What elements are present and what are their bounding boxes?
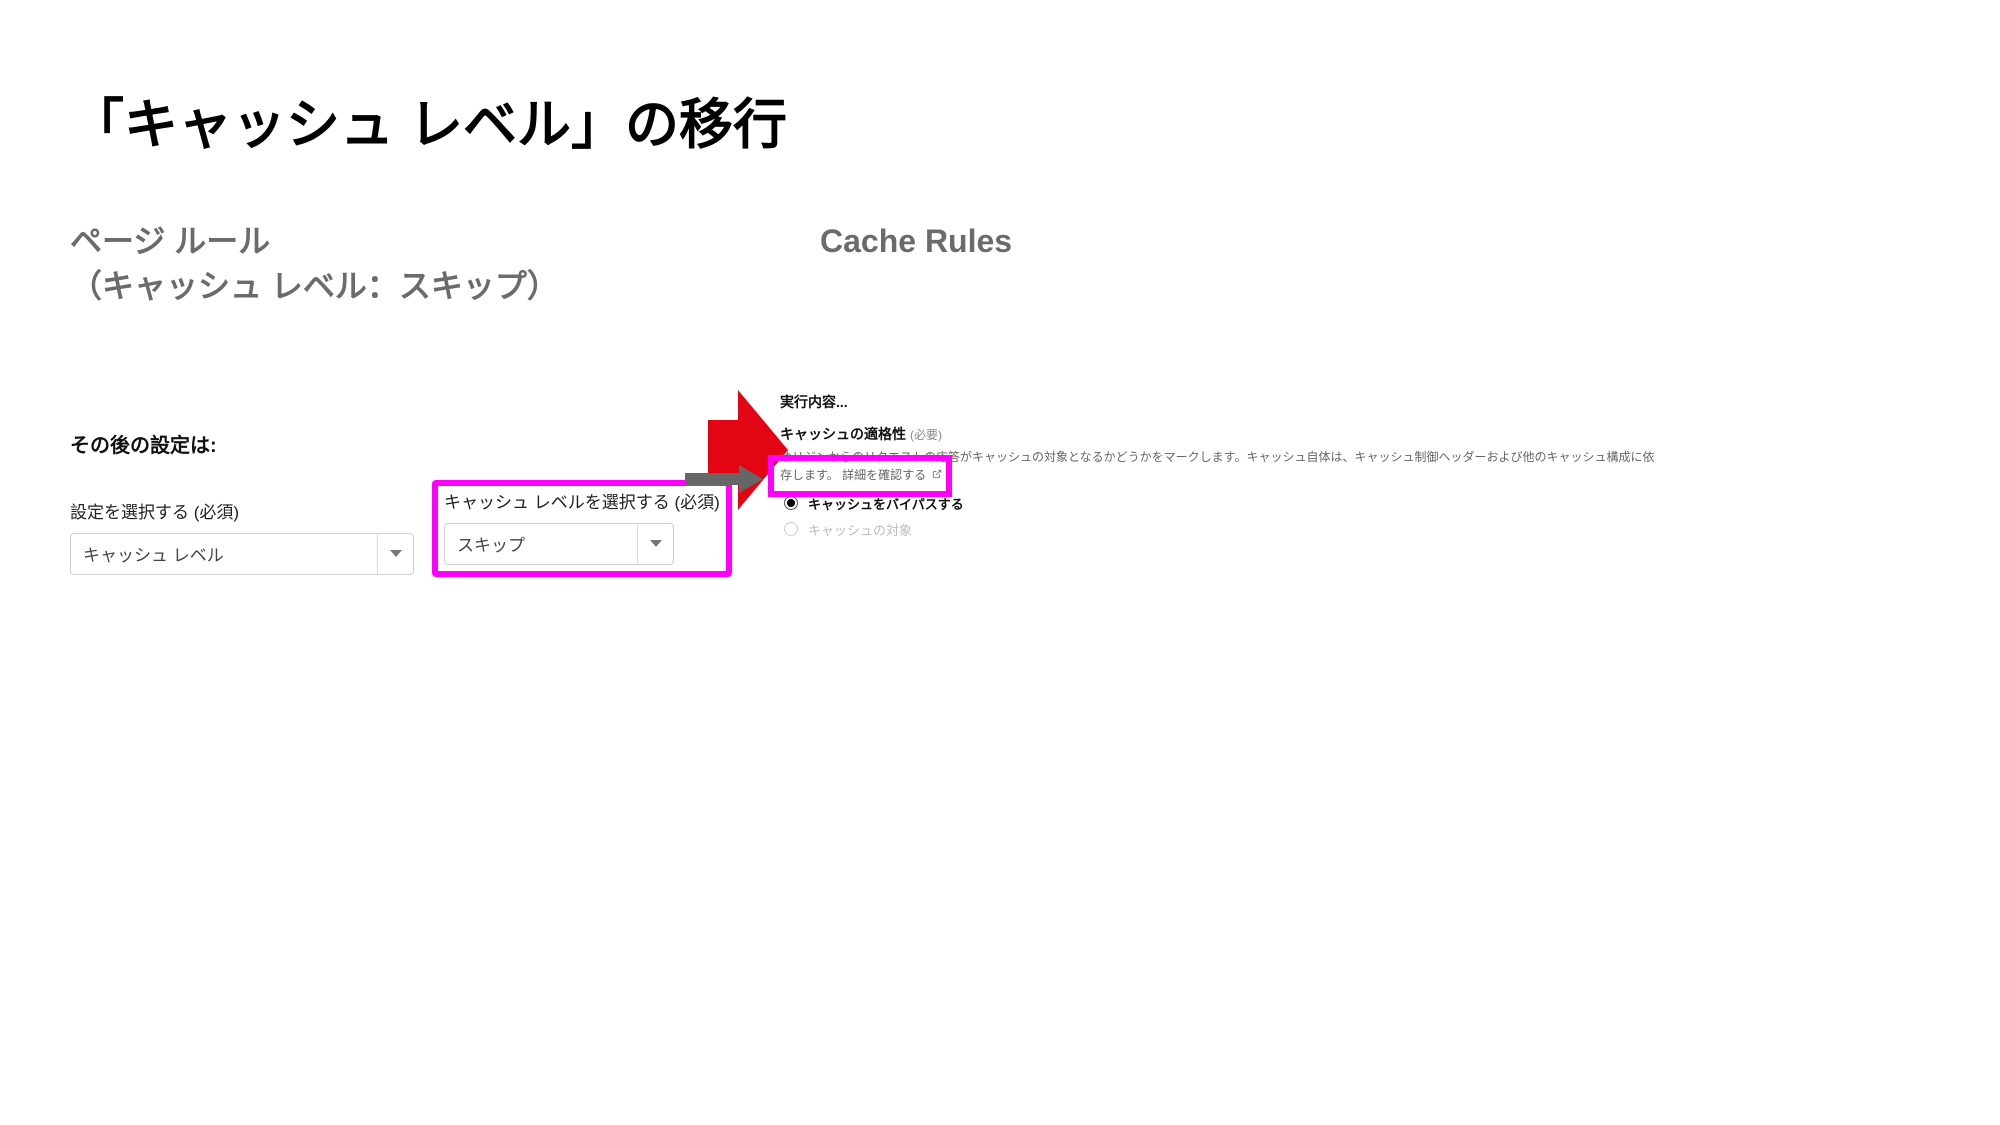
- select-setting-value: キャッシュ レベル: [83, 541, 224, 566]
- external-link-icon: [932, 466, 942, 484]
- left-heading: ページ ルール （キャッシュ レベル：スキップ）: [70, 219, 780, 309]
- radio-icon: [784, 496, 798, 510]
- arrow-gray-icon: [685, 468, 765, 490]
- chevron-down-icon: [637, 524, 673, 564]
- radio-bypass-cache[interactable]: キャッシュをバイパスする: [780, 490, 1960, 516]
- cache-eligibility-title: キャッシュの適格性(必要): [780, 424, 1960, 444]
- select-cache-level-value: スキップ: [457, 531, 525, 556]
- radio-cache-eligible[interactable]: キャッシュの対象: [780, 516, 1960, 542]
- right-heading: Cache Rules: [820, 219, 1930, 264]
- cache-rules-panel: 実行内容... キャッシュの適格性(必要) オリジンからのリクエストの応答がキャ…: [780, 392, 1960, 542]
- select-cache-level-dropdown[interactable]: スキップ: [444, 523, 674, 565]
- chevron-down-icon: [377, 534, 413, 574]
- select-setting-dropdown[interactable]: キャッシュ レベル: [70, 533, 414, 575]
- page-rules-panel: その後の設定は: 設定を選択する (必須) キャッシュ レベル キャッシュ レベ…: [70, 429, 780, 575]
- slide-title: 「キャッシュ レベル」の移行: [70, 80, 1930, 159]
- radio-icon: [784, 522, 798, 536]
- select-cache-level-label: キャッシュ レベルを選択する (必須): [444, 488, 720, 513]
- learn-more-link[interactable]: 詳細を確認する: [842, 468, 926, 482]
- exec-content-label: 実行内容...: [780, 392, 1960, 412]
- select-setting-label: 設定を選択する (必須): [70, 498, 414, 523]
- cache-eligibility-description: オリジンからのリクエストの応答がキャッシュの対象となるかどうかをマークします。キ…: [780, 448, 1960, 484]
- page-rules-subtitle: その後の設定は:: [70, 429, 780, 458]
